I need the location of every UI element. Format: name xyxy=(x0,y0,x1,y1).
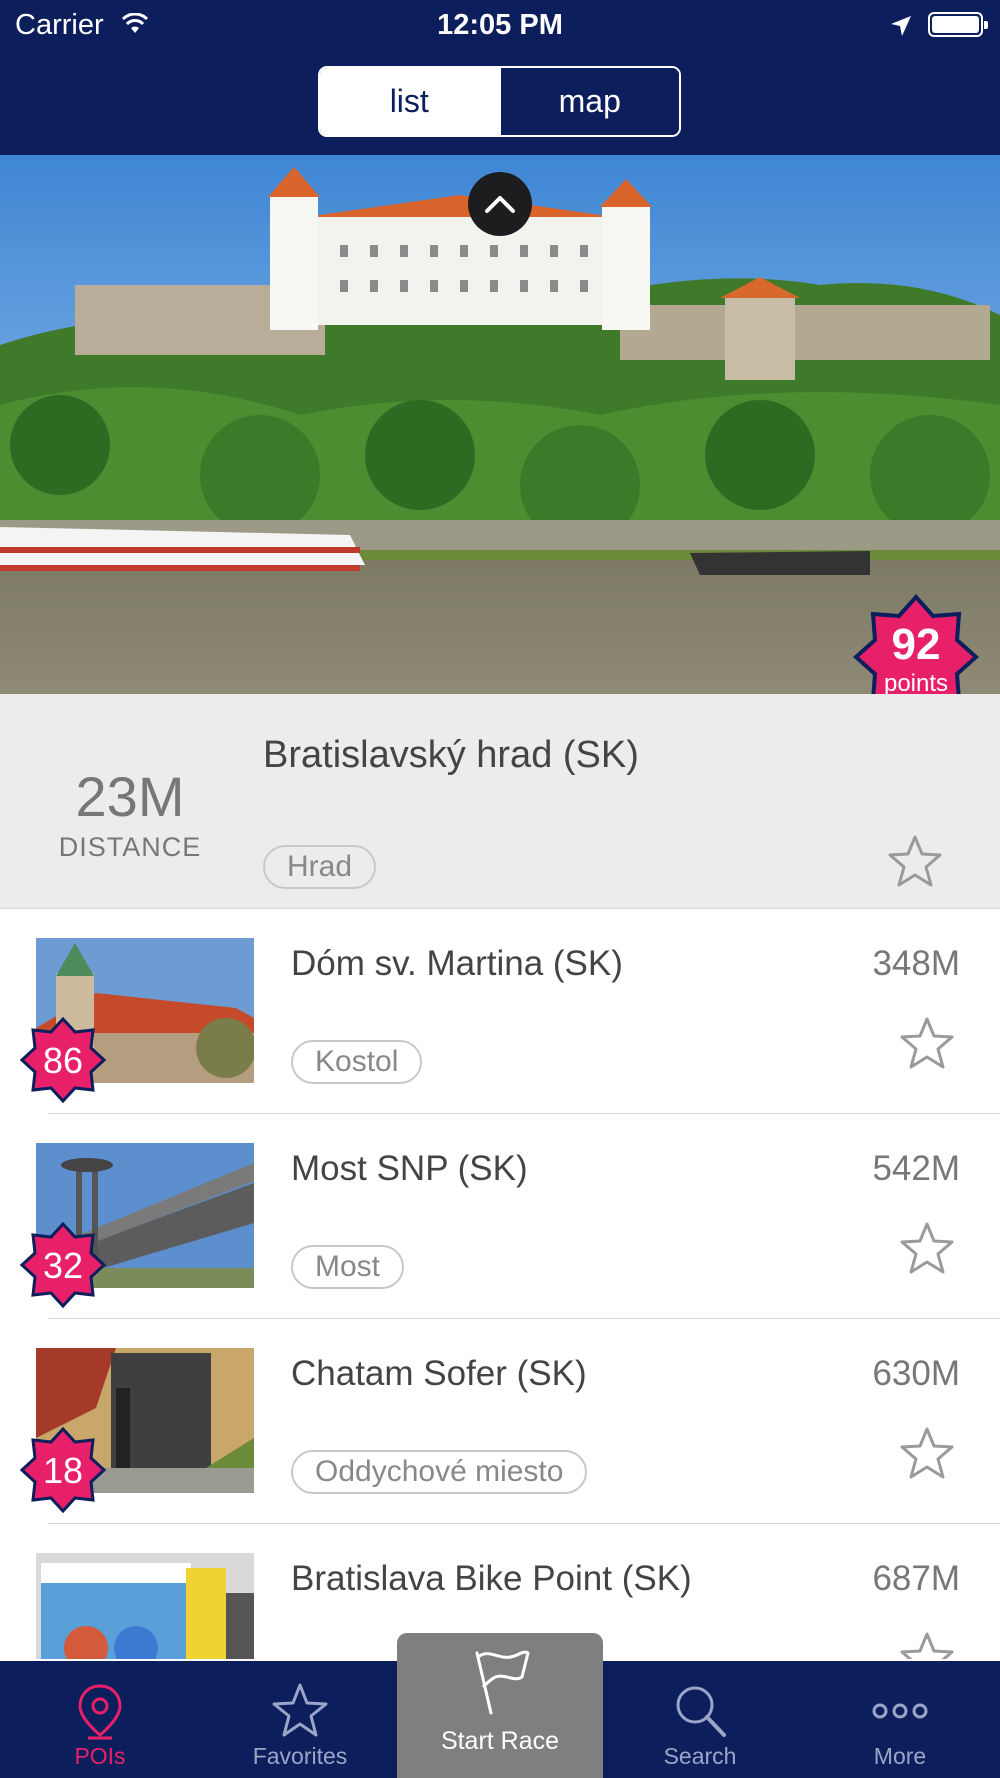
tab-favorites-label: Favorites xyxy=(252,1743,348,1769)
search-icon xyxy=(670,1681,730,1741)
tab-more[interactable]: More xyxy=(800,1661,1000,1778)
poi-thumbnail xyxy=(36,1553,254,1659)
points-badge: 18 xyxy=(19,1426,107,1514)
list-item[interactable]: 86 Dóm sv. Martina (SK) 348M Kostol xyxy=(0,909,1000,1114)
favorite-star-icon[interactable] xyxy=(899,1221,955,1275)
points-badge: 86 xyxy=(19,1016,107,1104)
points-value: 92 xyxy=(891,620,941,669)
chevron-up-icon xyxy=(485,196,515,213)
start-race-button[interactable]: Start Race xyxy=(397,1633,603,1778)
points-value: 18 xyxy=(42,1450,84,1491)
status-bar: Carrier 12:05 PM xyxy=(0,0,1000,50)
poi-title: Most SNP (SK) xyxy=(291,1149,528,1188)
tab-pois-label: POIs xyxy=(74,1743,126,1769)
favorite-star-icon[interactable] xyxy=(887,834,943,888)
poi-title: Bratislava Bike Point (SK) xyxy=(291,1559,692,1598)
poi-distance: 630M xyxy=(872,1354,960,1393)
tab-more-label: More xyxy=(873,1743,927,1769)
battery-icon xyxy=(928,12,988,37)
tab-search[interactable]: Search xyxy=(600,1661,800,1778)
distance-value: 23M xyxy=(75,765,185,828)
poi-distance: 687M xyxy=(872,1559,960,1598)
tab-favorites[interactable]: Favorites xyxy=(200,1661,400,1778)
poi-title: Chatam Sofer (SK) xyxy=(291,1354,587,1393)
more-icon xyxy=(870,1681,930,1741)
points-value: 86 xyxy=(42,1040,84,1081)
view-mode-segmented-control: list map xyxy=(318,66,681,137)
favorite-star-icon[interactable] xyxy=(899,1016,955,1070)
map-pin-icon xyxy=(70,1681,130,1741)
poi-distance: 542M xyxy=(872,1149,960,1188)
tab-search-label: Search xyxy=(663,1743,737,1769)
category-tag[interactable]: Kostol xyxy=(291,1040,423,1084)
favorite-star-icon[interactable] xyxy=(899,1426,955,1480)
featured-poi-detail[interactable]: 23M DISTANCE Bratislavský hrad (SK) Hrad xyxy=(0,694,1000,909)
flag-icon xyxy=(465,1647,535,1717)
category-tag[interactable]: Most xyxy=(291,1245,405,1289)
poi-list: 86 Dóm sv. Martina (SK) 348M Kostol 32 M xyxy=(0,909,1000,1659)
segment-map[interactable]: map xyxy=(498,68,679,135)
list-item[interactable]: 32 Most SNP (SK) 542M Most xyxy=(0,1114,1000,1319)
star-icon xyxy=(270,1681,330,1741)
category-tag[interactable]: Oddychové miesto xyxy=(291,1450,588,1494)
navigation-bar: Carrier 12:05 PM list map xyxy=(0,0,1000,155)
tab-pois[interactable]: POIs xyxy=(0,1661,200,1778)
featured-title: Bratislavský hrad (SK) xyxy=(263,734,639,776)
poi-title: Dóm sv. Martina (SK) xyxy=(291,944,623,983)
location-arrow-icon xyxy=(890,12,912,45)
segment-list[interactable]: list xyxy=(320,68,499,135)
list-item[interactable]: 18 Chatam Sofer (SK) 630M Oddychové mies… xyxy=(0,1319,1000,1524)
favorite-star-icon[interactable] xyxy=(899,1631,955,1659)
poi-distance: 348M xyxy=(872,944,960,983)
collapse-button[interactable] xyxy=(468,172,532,236)
clock: 12:05 PM xyxy=(437,9,563,41)
distance-label: DISTANCE xyxy=(58,832,202,862)
points-badge: 32 xyxy=(19,1221,107,1309)
points-value: 32 xyxy=(42,1245,84,1286)
category-tag[interactable]: Hrad xyxy=(263,845,377,889)
start-race-label: Start Race xyxy=(440,1727,560,1755)
